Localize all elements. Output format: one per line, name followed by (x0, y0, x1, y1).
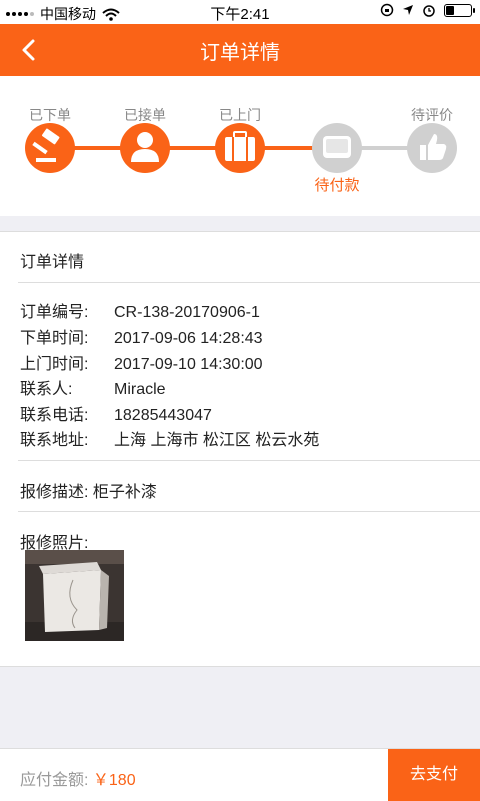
divider (18, 460, 480, 461)
info-row-order-time: 下单时间: 2017-09-06 14:28:43 (20, 324, 263, 347)
nav-bar: 订单详情 (0, 24, 480, 76)
amount-due: 应付金额: ￥180 (20, 766, 136, 790)
cabinet-photo-icon (25, 550, 124, 641)
thumbs-up-icon (407, 123, 457, 173)
info-row-order-number: 订单编号: CR-138-20170906-1 (20, 298, 260, 321)
wallet-icon (312, 123, 362, 173)
location-icon (403, 5, 413, 15)
details-title: 订单详情 (20, 254, 85, 271)
gavel-icon (25, 123, 75, 173)
info-value: Miracle (114, 381, 166, 398)
order-details-card: 订单详情 订单编号: CR-138-20170906-1 下单时间: 2017-09… (0, 231, 480, 667)
step-label-accepted: 已接单 (124, 107, 166, 123)
page-title: 订单详情 (200, 42, 280, 64)
status-bar: 中国移动 下午2:41 (0, 0, 480, 24)
order-progress: 已下单 已接单 已上门 待付款 待评价 (0, 76, 480, 216)
progress-track (25, 123, 457, 173)
repair-photo-thumbnail[interactable] (25, 550, 124, 641)
repair-description: 报修描述: 柜子补漆 (20, 478, 157, 502)
rotation-lock-icon (380, 3, 394, 17)
info-key: 上门时间: (20, 356, 89, 373)
amount-value: ￥180 (92, 772, 136, 789)
info-value: CR-138-20170906-1 (114, 304, 260, 321)
description-value: 柜子补漆 (92, 484, 157, 501)
info-value: 18285443047 (114, 407, 212, 424)
info-key: 下单时间: (20, 330, 89, 347)
bottom-bar: 应付金额: ￥180 去支付 (0, 748, 480, 801)
info-value: 2017-09-06 14:28:43 (114, 330, 263, 347)
info-row-phone: 联系电话: 18285443047 (20, 401, 212, 424)
info-row-contact: 联系人: Miracle (20, 375, 166, 398)
step-label-visited: 已上门 (219, 107, 261, 123)
info-key: 联系人: (20, 381, 73, 398)
info-value: 2017-09-10 14:30:00 (114, 356, 263, 373)
info-key: 联系地址: (20, 432, 89, 449)
divider (18, 511, 480, 512)
pay-button[interactable]: 去支付 (388, 749, 480, 801)
info-key: 联系电话: (20, 407, 89, 424)
amount-label: 应付金额: (20, 772, 89, 789)
step-label-pending-review: 待评价 (411, 107, 453, 123)
info-row-address: 联系地址: 上海 上海市 松江区 松云水苑 (20, 426, 320, 449)
step-label-ordered: 已下单 (29, 107, 71, 123)
status-right (380, 3, 475, 17)
toolbox-icon (215, 123, 265, 173)
user-icon (120, 123, 170, 173)
step-label-pending-payment: 待付款 (314, 177, 360, 194)
info-key: 订单编号: (20, 304, 89, 321)
battery-icon (444, 3, 475, 17)
info-row-visit-time: 上门时间: 2017-09-10 14:30:00 (20, 350, 263, 373)
alarm-icon (423, 5, 435, 17)
description-label: 报修描述: (20, 484, 89, 501)
info-value: 上海 上海市 松江区 松云水苑 (114, 432, 320, 449)
divider (18, 282, 480, 283)
